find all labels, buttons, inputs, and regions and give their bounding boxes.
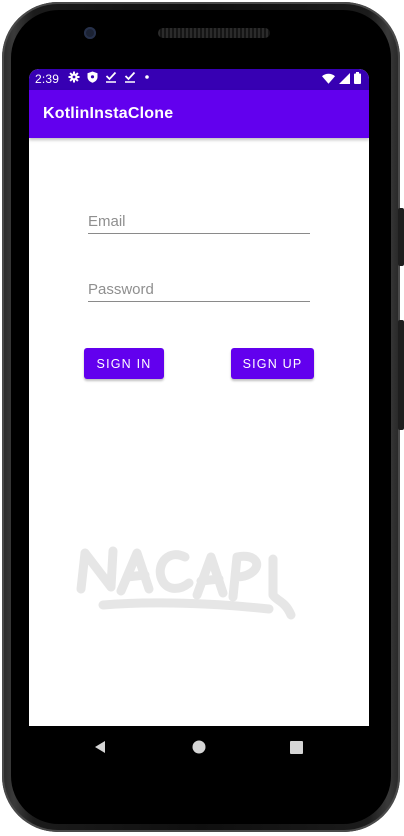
navigation-bar [29,726,369,768]
status-bar: 2:39 [29,69,369,90]
home-icon [192,740,206,754]
password-input[interactable] [88,281,310,298]
front-camera [84,27,96,39]
battery-icon [354,72,361,84]
password-field[interactable] [88,271,310,302]
recents-button[interactable] [286,737,306,757]
volume-button [398,320,404,430]
email-field[interactable] [88,203,310,234]
sign-up-button[interactable]: SIGN UP [231,348,314,379]
sign-in-button[interactable]: SIGN IN [84,348,164,379]
check-download-icon [105,71,117,83]
earpiece-speaker [158,28,270,38]
dot-icon [145,75,149,79]
home-button[interactable] [189,737,209,757]
status-time: 2:39 [35,72,60,86]
power-button [398,208,404,266]
back-button[interactable] [90,737,110,757]
watermark-logo [76,546,296,620]
shield-icon [87,71,98,83]
app-screen: 2:39 KotlinInstaClone Email SIGN IN SIGN… [29,69,369,726]
back-icon [95,741,105,753]
recents-icon [289,740,303,754]
email-input[interactable] [88,213,310,230]
app-bar: KotlinInstaClone [29,90,369,138]
status-notification-icons [68,71,151,83]
status-system-icons [322,72,361,84]
wifi-icon [322,73,335,84]
gear-icon [68,71,80,83]
check-download-icon [124,71,136,83]
signal-icon [339,72,350,84]
app-title: KotlinInstaClone [43,105,174,122]
